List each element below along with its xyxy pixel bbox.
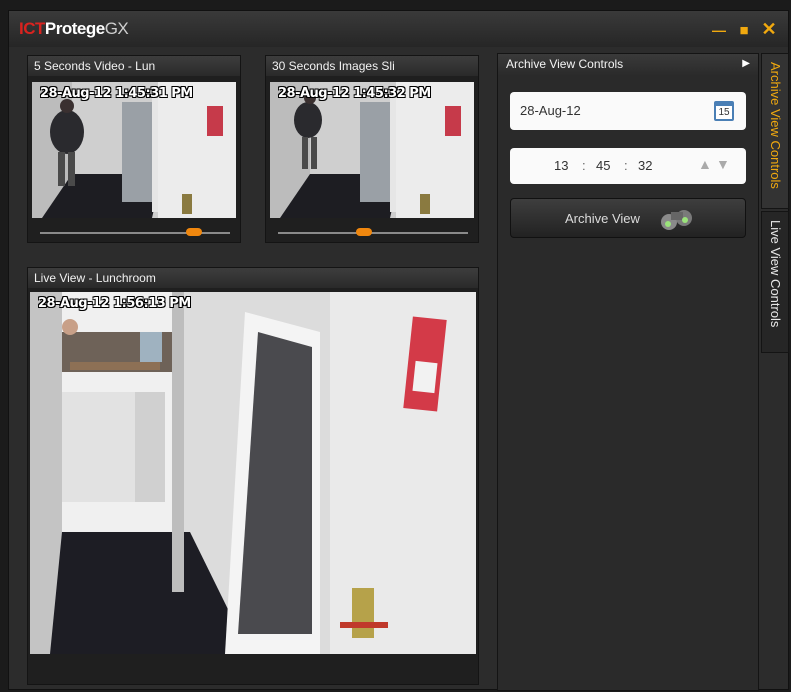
camera-pane-live[interactable]: Live View - Lunchroom 28-Aug-12 1:56:13 … [27, 267, 479, 685]
archive-view-button[interactable]: Archive View [510, 198, 746, 238]
tab-label: Archive View Controls [768, 62, 783, 189]
time-picker[interactable]: 13 : 45 : 32 ▲ ▼ [510, 148, 746, 184]
camera-timestamp: 28-Aug-12 1:45:31 PM [40, 86, 193, 101]
camera-title: 30 Seconds Images Sli [266, 56, 478, 76]
title-bar: ICTProtegeGX — ■ ✕ [9, 11, 788, 47]
app-window: ICTProtegeGX — ■ ✕ 5 Seconds Video - Lun [8, 10, 789, 691]
calendar-day: 15 [718, 107, 730, 118]
close-icon: ✕ [761, 19, 777, 39]
date-picker[interactable]: 28-Aug-12 15 [510, 92, 746, 130]
maximize-icon: ■ [739, 22, 749, 39]
camera-image [30, 292, 476, 654]
camera-title: Live View - Lunchroom [28, 268, 478, 288]
camera-title: 5 Seconds Video - Lun [28, 56, 240, 76]
close-button[interactable]: ✕ [761, 19, 777, 39]
logo-ict-text: ICT [19, 19, 45, 38]
archive-controls-panel: Archive View Controls ▶ 28-Aug-12 15 13 … [497, 53, 759, 691]
collapse-arrow-icon[interactable]: ▶ [742, 54, 750, 74]
camera-feed-images[interactable]: 28-Aug-12 1:45:32 PM [270, 82, 474, 218]
camera-timestamp: 28-Aug-12 1:56:13 PM [38, 296, 191, 311]
camera-feed-video[interactable]: 28-Aug-12 1:45:31 PM [32, 82, 236, 218]
archive-controls-title: Archive View Controls [506, 57, 624, 71]
minimize-icon: — [712, 22, 726, 38]
time-seconds[interactable]: 32 [638, 158, 652, 173]
binoculars-icon [661, 210, 692, 230]
camera-feed-live[interactable]: 28-Aug-12 1:56:13 PM [30, 292, 476, 654]
calendar-icon[interactable]: 15 [714, 101, 734, 121]
time-hours[interactable]: 13 [554, 158, 568, 173]
time-minutes[interactable]: 45 [596, 158, 610, 173]
archive-controls-header: Archive View Controls ▶ [498, 54, 758, 76]
logo-protege-text: Protege [44, 19, 105, 38]
app-logo: ICTProtegeGX [19, 19, 129, 39]
time-up-icon[interactable]: ▲ [698, 156, 712, 172]
time-down-icon[interactable]: ▼ [716, 156, 730, 172]
camera-image [270, 82, 474, 218]
logo-gx-text: GX [104, 19, 129, 38]
time-separator: : [582, 158, 586, 173]
date-value: 28-Aug-12 [520, 103, 581, 118]
maximize-button[interactable]: ■ [736, 21, 752, 39]
time-separator: : [624, 158, 628, 173]
camera-pane-images[interactable]: 30 Seconds Images Sli 28-Aug-12 1:45:32 … [265, 55, 479, 243]
archive-view-label: Archive View [565, 211, 640, 226]
playback-slider-track[interactable] [278, 232, 468, 234]
camera-pane-video[interactable]: 5 Seconds Video - Lun 28-Aug-12 1:45:31 … [27, 55, 241, 243]
playback-slider-thumb[interactable] [355, 228, 372, 236]
tab-live-view-controls[interactable]: Live View Controls [761, 211, 789, 353]
tab-label: Live View Controls [768, 220, 783, 328]
playback-slider-thumb[interactable] [185, 228, 202, 236]
camera-timestamp: 28-Aug-12 1:45:32 PM [278, 86, 431, 101]
camera-image [32, 82, 236, 218]
tab-archive-view-controls[interactable]: Archive View Controls [761, 53, 789, 209]
minimize-button[interactable]: — [711, 21, 727, 38]
